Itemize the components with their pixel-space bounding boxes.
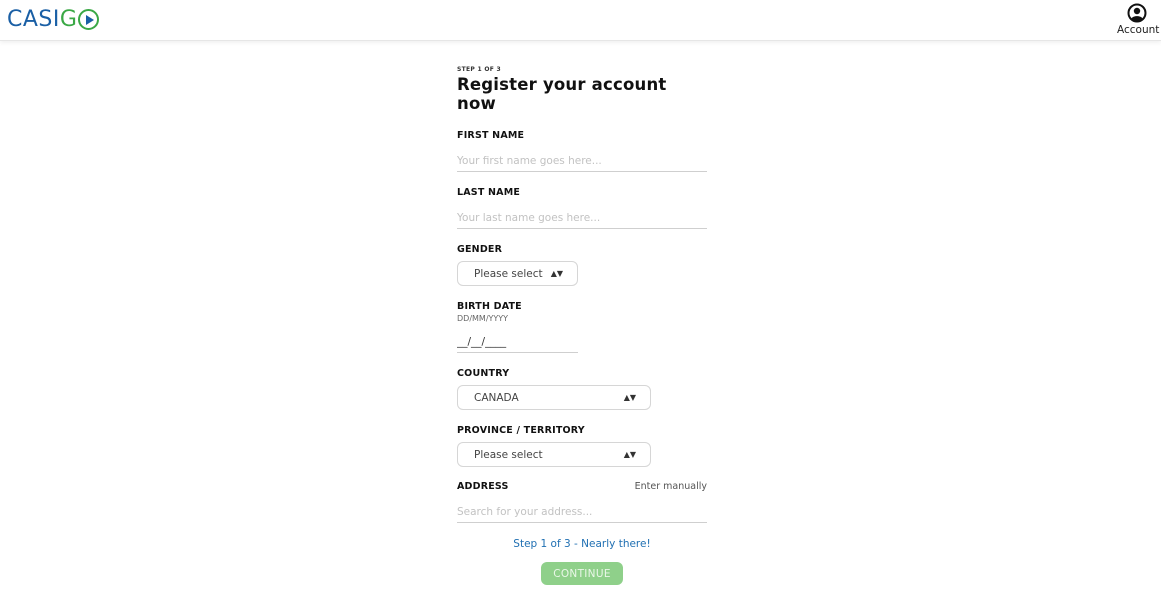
casigo-logo[interactable]: CASI G [7,6,100,32]
play-icon [78,8,100,30]
birth-date-hint: DD/MM/YYYY [457,314,509,323]
gender-selected-value: Please select [474,267,543,280]
last-name-label: LAST NAME [457,187,521,198]
select-arrows-icon: ▲▼ [623,450,636,459]
first-name-label: FIRST NAME [457,130,525,141]
account-button[interactable]: Account [1117,3,1160,36]
address-search-input[interactable] [457,501,707,523]
select-arrows-icon: ▲▼ [623,393,636,402]
progress-message: Step 1 of 3 - Nearly there! [513,538,651,550]
country-label: COUNTRY [457,368,510,379]
birth-date-input[interactable] [457,331,578,353]
step-indicator: STEP 1 OF 3 [457,66,502,73]
logo-text-go: G [60,7,100,32]
first-name-input[interactable] [457,150,707,172]
address-label: ADDRESS [457,481,509,492]
last-name-input[interactable] [457,207,707,229]
registration-form: STEP 1 OF 3 Register your account now FI… [457,66,707,523]
user-circle-icon [1127,3,1147,23]
logo-letter-g: G [59,6,78,32]
gender-label: GENDER [457,244,503,255]
page-title: Register your account now [457,75,667,113]
address-header-row: ADDRESS Enter manually [457,481,707,492]
gender-select[interactable]: Please select ▲▼ [457,261,578,286]
logo-text-casi: CASI [7,6,60,32]
province-selected-value: Please select [474,448,543,461]
country-select[interactable]: CANADA ▲▼ [457,385,651,410]
select-arrows-icon: ▲▼ [550,269,563,278]
continue-button[interactable]: CONTINUE [541,562,623,585]
province-label: PROVINCE / TERRITORY [457,425,585,436]
birth-date-label: BIRTH DATE [457,301,522,312]
country-selected-value: CANADA [474,391,519,404]
province-select[interactable]: Please select ▲▼ [457,442,651,467]
top-header: CASI G Account [0,0,1161,41]
account-label: Account [1117,24,1160,36]
enter-manually-link[interactable]: Enter manually [635,481,707,492]
